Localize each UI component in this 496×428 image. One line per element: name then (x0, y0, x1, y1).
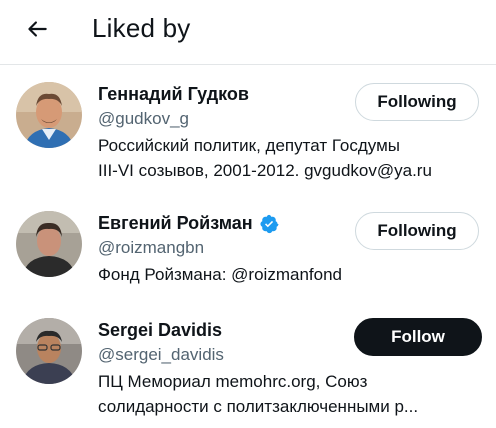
top-bar: Liked by (0, 0, 496, 64)
user-bio: Фонд Ройзмана: @roizmanfond (98, 262, 478, 287)
avatar[interactable] (16, 82, 82, 148)
name-row: Геннадий Гудков (98, 84, 249, 105)
avatar[interactable] (16, 318, 82, 384)
following-button[interactable]: Following (355, 83, 479, 121)
header-divider (0, 64, 496, 65)
bio-line: III-VI созывов, 2001-2012. gvgudkov@ya.r… (98, 161, 432, 180)
bio-line: Фонд Ройзмана: @roizmanfond (98, 265, 342, 284)
user-handle[interactable]: @gudkov_g (98, 109, 189, 129)
user-cell[interactable]: Евгений Ройзман @roizmangbn Фонд Ройзман… (0, 211, 496, 291)
name-row: Евгений Ройзман (98, 213, 279, 234)
avatar[interactable] (16, 211, 82, 277)
user-cell[interactable]: Геннадий Гудков @gudkov_g Российский пол… (0, 82, 496, 192)
follow-button[interactable]: Follow (354, 318, 482, 356)
display-name[interactable]: Sergei Davidis (98, 320, 222, 341)
user-handle[interactable]: @roizmangbn (98, 238, 204, 258)
back-button[interactable] (20, 14, 54, 48)
display-name[interactable]: Евгений Ройзман (98, 213, 253, 234)
name-row: Sergei Davidis (98, 320, 222, 341)
bio-line: Российский политик, депутат Госдумы (98, 136, 400, 155)
user-bio: Российский политик, депутат Госдумы III-… (98, 133, 478, 183)
verified-badge-icon (259, 214, 279, 234)
user-bio: ПЦ Мемориал memohrc.org, Союз солидарнос… (98, 369, 478, 419)
following-button[interactable]: Following (355, 212, 479, 250)
display-name[interactable]: Геннадий Гудков (98, 84, 249, 105)
user-handle[interactable]: @sergei_davidis (98, 345, 224, 365)
bio-line: солидарности с политзаключенными р... (98, 397, 419, 416)
bio-line: ПЦ Мемориал memohrc.org, Союз (98, 372, 368, 391)
arrow-left-icon (24, 16, 50, 47)
user-cell[interactable]: Sergei Davidis @sergei_davidis ПЦ Мемори… (0, 318, 496, 428)
page-title: Liked by (92, 13, 191, 43)
